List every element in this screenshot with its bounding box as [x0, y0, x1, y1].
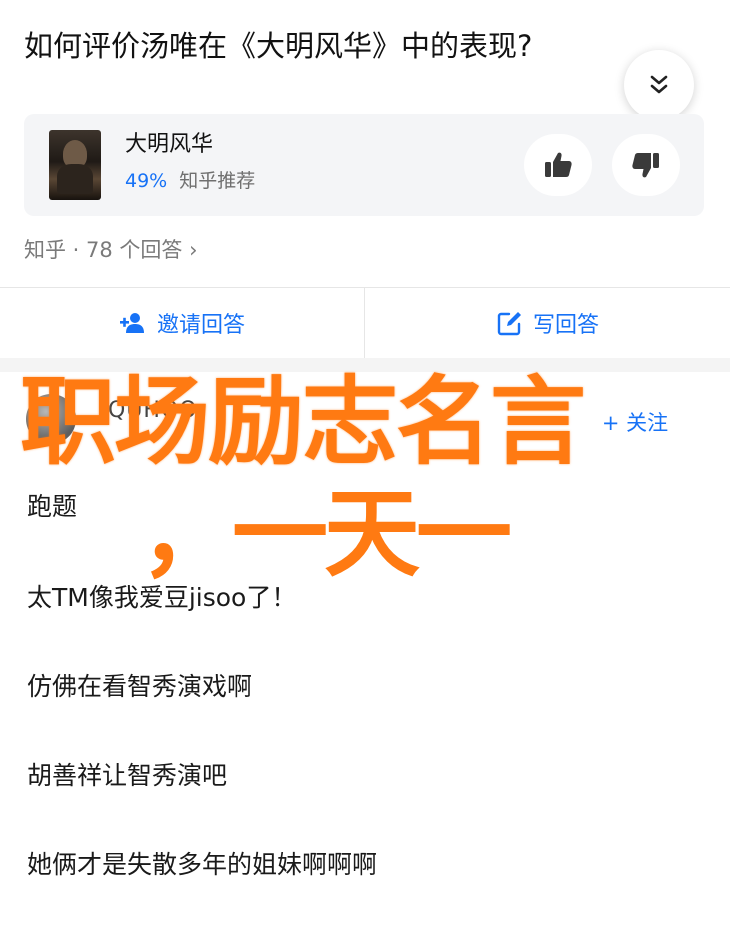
answer-line: 胡善祥让智秀演吧 [27, 761, 228, 790]
drama-recommendation: 49% 知乎推荐 [125, 167, 255, 195]
overlay-subline: ，一天一 [140, 478, 512, 590]
invite-answer-button[interactable]: 邀请回答 [0, 288, 364, 358]
collapse-button[interactable] [624, 50, 694, 120]
recommend-percent: 49% [125, 170, 168, 192]
write-answer-label: 写回答 [532, 313, 599, 338]
invite-answer-label: 邀请回答 [156, 313, 245, 338]
thumbs-down-button[interactable] [612, 134, 680, 196]
write-answer-button[interactable]: 写回答 [366, 288, 730, 358]
add-user-icon [119, 313, 144, 333]
double-chevron-down-icon [650, 75, 668, 94]
action-bar: 邀请回答 写回答 [0, 288, 730, 358]
answer-line: 跑题 [27, 492, 78, 521]
thumbs-up-button[interactable] [524, 134, 592, 196]
source-answer-count-link[interactable]: 知乎 · 78 个回答 › [24, 234, 198, 266]
thumbs-up-icon [545, 152, 572, 177]
recommend-label: 知乎推荐 [179, 170, 256, 192]
thumbs-down-icon [632, 153, 659, 178]
question-title: 如何评价汤唯在《大明风华》中的表现? [24, 29, 533, 63]
action-separator [364, 288, 365, 358]
drama-poster [49, 130, 101, 200]
answer-line: 她俩才是失散多年的姐妹啊啊啊 [27, 850, 378, 879]
answer-line: 仿佛在看智秀演戏啊 [27, 672, 253, 701]
drama-name: 大明风华 [125, 132, 214, 157]
drama-card[interactable]: 大明风华 49% 知乎推荐 [24, 114, 704, 216]
overlay-headline: 职场励志名言 [20, 366, 586, 478]
edit-icon [497, 312, 521, 336]
